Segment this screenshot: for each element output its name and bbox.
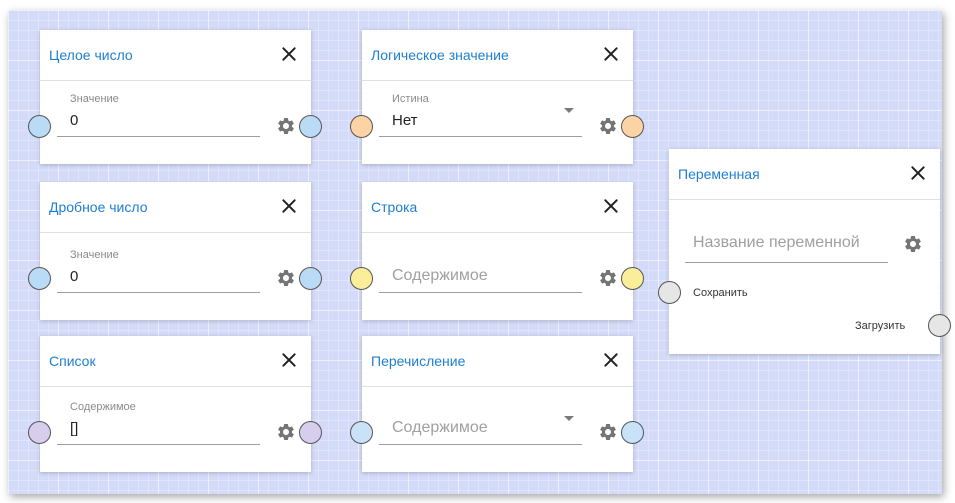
list-content-field[interactable]: Содержимое [] [57,400,260,445]
gear-icon[interactable] [276,116,296,136]
node-float[interactable]: Дробное число Значение 0 [28,182,322,320]
boolean-select[interactable]: Истина Нет [379,92,582,137]
field-label: Значение [70,249,119,261]
input-port[interactable] [350,421,373,444]
output-port[interactable] [621,267,644,290]
save-input-port[interactable] [658,281,681,304]
field-label: Истина [392,93,429,105]
variable-name-input[interactable]: Название переменной [685,226,888,263]
field-placeholder: Содержимое [392,267,488,284]
gear-icon[interactable] [598,422,618,442]
gear-icon[interactable] [276,422,296,442]
enum-select[interactable]: Содержимое [379,400,582,445]
node-title: Строка [371,199,418,215]
close-icon[interactable] [601,196,621,216]
field-value[interactable]: Нет [392,112,418,129]
node-title: Дробное число [49,199,148,215]
node-title: Перечисление [371,353,466,369]
input-port[interactable] [28,115,51,138]
node-header: Целое число [40,30,311,81]
chevron-down-icon[interactable] [564,416,574,421]
node-boolean[interactable]: Логическое значение Истина Нет [350,30,644,164]
gear-icon[interactable] [598,268,618,288]
gear-icon[interactable] [903,234,923,254]
input-port[interactable] [28,267,51,290]
node-header: Переменная [669,149,940,200]
chevron-down-icon[interactable] [564,108,574,113]
node-header: Логическое значение [362,30,633,81]
output-port[interactable] [621,115,644,138]
field-placeholder: Название переменной [693,234,860,251]
input-port[interactable] [350,267,373,290]
gear-icon[interactable] [276,268,296,288]
output-port[interactable] [299,267,322,290]
output-port[interactable] [299,115,322,138]
field-label: Содержимое [70,401,136,413]
input-port[interactable] [28,421,51,444]
input-port[interactable] [350,115,373,138]
close-icon[interactable] [279,44,299,64]
close-icon[interactable] [279,350,299,370]
node-variable[interactable]: Переменная Название переменной Сохранить… [658,149,951,354]
save-port-label: Сохранить [693,287,748,299]
close-icon[interactable] [601,350,621,370]
node-header: Дробное число [40,182,311,233]
string-content-input[interactable]: Содержимое [379,248,582,293]
value-field[interactable]: Значение 0 [57,248,260,293]
close-icon[interactable] [601,44,621,64]
field-placeholder: Содержимое [392,419,488,436]
field-value[interactable]: [] [70,420,78,437]
node-title: Логическое значение [371,47,509,63]
node-header: Список [40,336,311,387]
node-list[interactable]: Список Содержимое [] [28,336,322,472]
field-value[interactable]: 0 [70,112,78,129]
node-header: Строка [362,182,633,233]
node-title: Целое число [49,47,133,63]
close-icon[interactable] [908,163,928,183]
load-port-label: Загрузить [855,320,906,332]
node-title: Список [49,353,96,369]
node-string[interactable]: Строка Содержимое [350,182,644,320]
output-port[interactable] [299,421,322,444]
node-header: Перечисление [362,336,633,387]
output-port[interactable] [621,421,644,444]
field-label: Значение [70,93,119,105]
node-enum[interactable]: Перечисление Содержимое [350,336,644,472]
node-title: Переменная [678,166,760,182]
node-editor-canvas[interactable]: Целое число Значение 0 Логическое значен… [8,10,951,494]
node-integer[interactable]: Целое число Значение 0 [28,30,322,164]
gear-icon[interactable] [598,116,618,136]
field-value[interactable]: 0 [70,268,78,285]
load-output-port[interactable] [928,314,951,337]
value-field[interactable]: Значение 0 [57,92,260,137]
close-icon[interactable] [279,196,299,216]
